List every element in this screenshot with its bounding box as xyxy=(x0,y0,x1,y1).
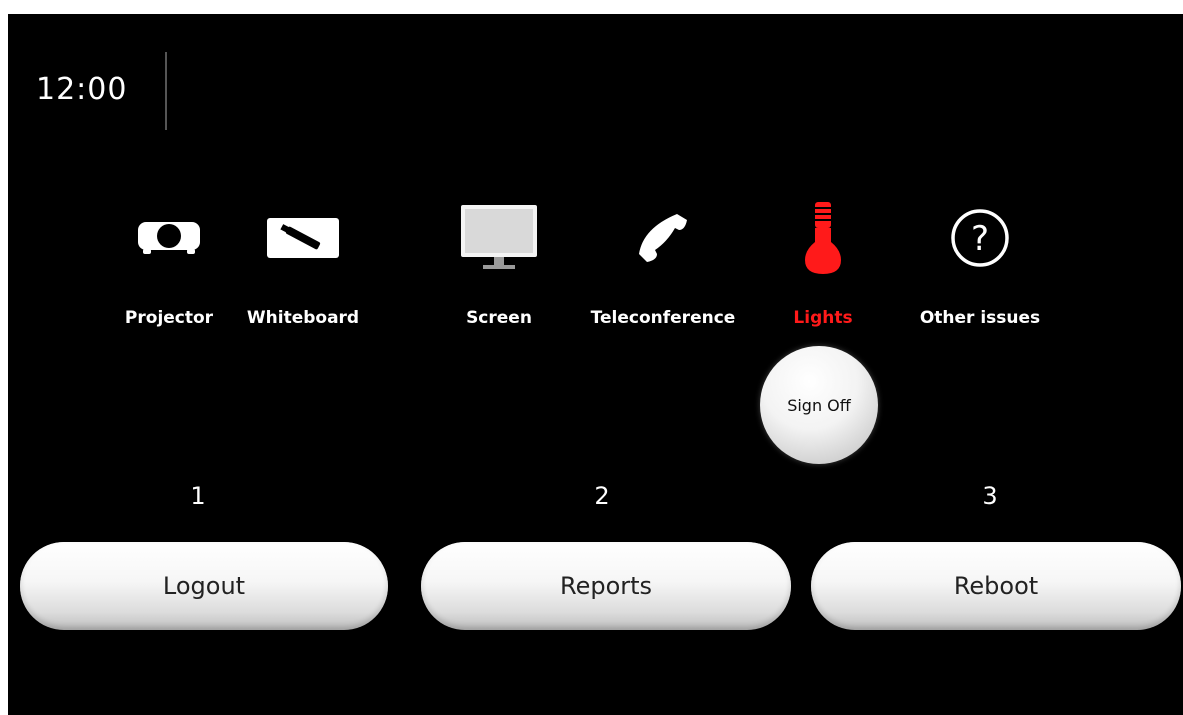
sign-off-button[interactable]: Sign Off xyxy=(760,346,878,464)
reports-label: Reports xyxy=(559,572,653,600)
category-screen[interactable]: Screen xyxy=(424,198,574,338)
logout-label: Logout xyxy=(162,572,246,600)
light-bulb-icon xyxy=(748,198,898,278)
category-label: Teleconference xyxy=(590,308,736,328)
reboot-button[interactable]: Reboot xyxy=(811,542,1181,630)
category-label: Whiteboard xyxy=(246,308,360,328)
reboot-label: Reboot xyxy=(953,572,1039,600)
projector-icon xyxy=(94,198,244,278)
whiteboard-marker-icon xyxy=(228,198,378,278)
svg-text:?: ? xyxy=(971,219,989,259)
category-label: Lights xyxy=(793,308,853,328)
action-number-3: 3 xyxy=(982,482,998,510)
category-teleconference[interactable]: Teleconference xyxy=(588,198,738,338)
category-label: Projector xyxy=(124,308,214,328)
logout-button[interactable]: Logout xyxy=(20,542,388,630)
phone-icon xyxy=(588,198,738,278)
category-other-issues[interactable]: ? Other issues xyxy=(905,198,1055,338)
category-whiteboard[interactable]: Whiteboard xyxy=(228,198,378,338)
sign-off-label: Sign Off xyxy=(787,395,851,415)
action-number-1: 1 xyxy=(190,482,206,510)
monitor-icon xyxy=(424,198,574,278)
clock-time: 12:00 xyxy=(36,72,128,107)
touch-panel-screen: 12:00 Projector Whiteboard Screen Teleco… xyxy=(8,14,1183,715)
category-label: Other issues xyxy=(919,308,1041,328)
category-lights[interactable]: Lights xyxy=(748,198,898,338)
category-projector[interactable]: Projector xyxy=(94,198,244,338)
category-label: Screen xyxy=(466,308,532,328)
action-number-2: 2 xyxy=(594,482,610,510)
question-mark-icon: ? xyxy=(905,198,1055,278)
reports-button[interactable]: Reports xyxy=(421,542,791,630)
clock-divider xyxy=(165,52,167,130)
